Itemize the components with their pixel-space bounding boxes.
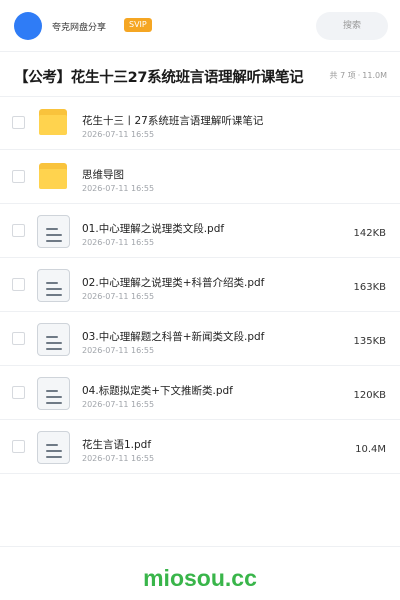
file-name[interactable]: 02.中心理解之说理类+科普介绍类.pdf	[82, 275, 264, 290]
folder-row[interactable]: 花生十三丨27系统班言语理解听课笔记 2026-07-11 16:55	[0, 96, 400, 150]
file-name[interactable]: 04.标题拟定类+下文推断类.pdf	[82, 383, 233, 398]
file-date: 2026-07-11 16:55	[82, 454, 155, 463]
file-date: 2026-07-11 16:55	[82, 400, 155, 409]
file-name[interactable]: 花生言语1.pdf	[82, 437, 151, 452]
share-meta: 共 7 项 · 11.0M	[330, 70, 387, 81]
top-header: 夸克网盘分享 SVIP 搜索	[0, 0, 400, 52]
total-size: 11.0M	[362, 71, 387, 80]
file-date: 2026-07-11 16:55	[82, 184, 155, 193]
meta-separator: ·	[357, 71, 361, 80]
file-name[interactable]: 思维导图	[82, 167, 124, 182]
share-title-bar: 【公考】花生十三27系统班言语理解听课笔记 共 7 项 · 11.0M	[0, 53, 400, 97]
avatar[interactable]	[14, 12, 42, 40]
watermark-brand: miosou.cc	[143, 565, 257, 591]
search-button[interactable]: 搜索	[316, 12, 388, 40]
file-size: 120KB	[353, 390, 386, 401]
file-size: 163KB	[353, 282, 386, 293]
folder-icon	[37, 107, 70, 140]
document-icon	[37, 269, 70, 302]
file-name[interactable]: 花生十三丨27系统班言语理解听课笔记	[82, 113, 263, 128]
select-checkbox[interactable]	[12, 332, 25, 345]
file-size: 142KB	[353, 228, 386, 239]
file-row[interactable]: 04.标题拟定类+下文推断类.pdf 2026-07-11 16:55 120KB	[0, 366, 400, 420]
document-icon	[37, 431, 70, 464]
select-checkbox[interactable]	[12, 170, 25, 183]
file-row[interactable]: 02.中心理解之说理类+科普介绍类.pdf 2026-07-11 16:55 163…	[0, 258, 400, 312]
select-checkbox[interactable]	[12, 116, 25, 129]
file-name[interactable]: 01.中心理解之说理类文段.pdf	[82, 221, 224, 236]
file-date: 2026-07-11 16:55	[82, 130, 155, 139]
file-date: 2026-07-11 16:55	[82, 238, 155, 247]
select-checkbox[interactable]	[12, 386, 25, 399]
file-size: 135KB	[353, 336, 386, 347]
file-size: 10.4M	[355, 444, 386, 455]
select-checkbox[interactable]	[12, 224, 25, 237]
file-date: 2026-07-11 16:55	[82, 292, 155, 301]
document-icon	[37, 215, 70, 248]
folder-icon	[37, 161, 70, 194]
file-name[interactable]: 03.中心理解题之科普+新闻类文段.pdf	[82, 329, 264, 344]
document-icon	[37, 377, 70, 410]
item-count: 共 7 项	[329, 71, 356, 80]
select-checkbox[interactable]	[12, 440, 25, 453]
folder-row[interactable]: 思维导图 2026-07-11 16:55	[0, 150, 400, 204]
file-row[interactable]: 01.中心理解之说理类文段.pdf 2026-07-11 16:55 142KB	[0, 204, 400, 258]
select-checkbox[interactable]	[12, 278, 25, 291]
svip-badge: SVIP	[124, 18, 152, 32]
file-row[interactable]: 03.中心理解题之科普+新闻类文段.pdf 2026-07-11 16:55 135…	[0, 312, 400, 366]
file-date: 2026-07-11 16:55	[82, 346, 155, 355]
username[interactable]: 夸克网盘分享	[52, 20, 106, 33]
file-list: 花生十三丨27系统班言语理解听课笔记 2026-07-11 16:55 思维导图 20…	[0, 96, 400, 474]
document-icon	[37, 323, 70, 356]
share-title: 【公考】花生十三27系统班言语理解听课笔记	[14, 70, 304, 86]
file-row[interactable]: 花生言语1.pdf 2026-07-11 16:55 10.4M	[0, 420, 400, 474]
